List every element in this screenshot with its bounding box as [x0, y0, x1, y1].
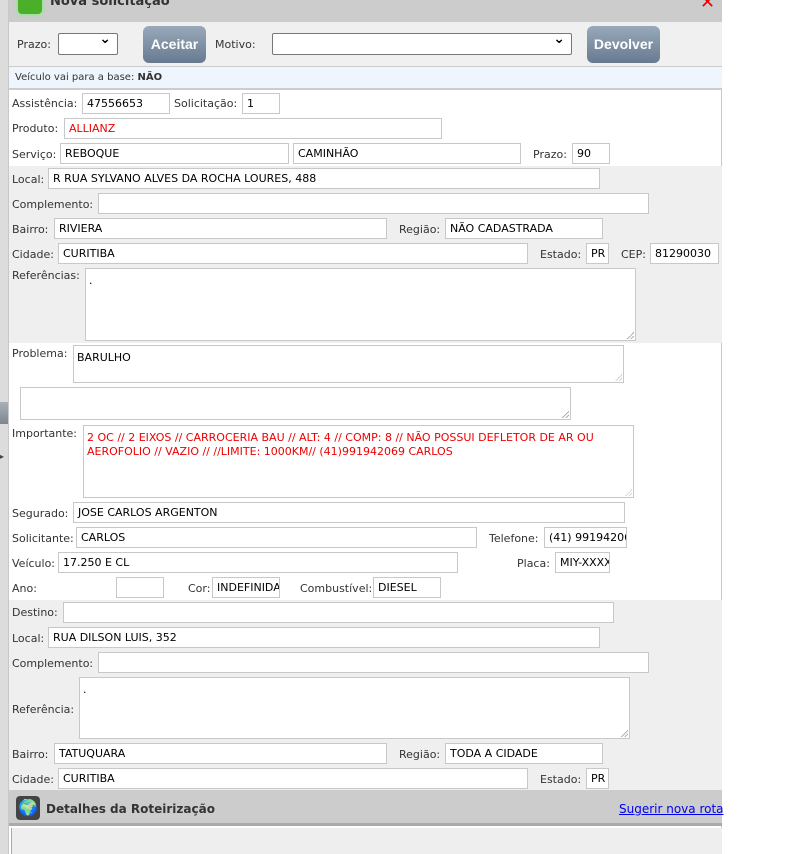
veiculo-field[interactable]: 17.250 E CL — [58, 552, 458, 573]
base-info-label: Veículo vai para a base: — [15, 72, 135, 83]
servico-label: Serviço: — [12, 148, 57, 161]
left-scroll-strip — [0, 0, 9, 854]
aceitar-button[interactable]: Aceitar — [143, 26, 206, 63]
cidade-label: Cidade: — [12, 248, 54, 261]
app-icon — [18, 0, 42, 14]
bairro-label: Bairro: — [12, 223, 49, 236]
motivo-label: Motivo: — [215, 38, 256, 51]
splitter-handle[interactable] — [0, 402, 8, 424]
solicitante-label: Solicitante: — [12, 532, 74, 545]
produto-label: Produto: — [12, 122, 59, 135]
ano-field[interactable] — [116, 577, 164, 598]
roteirizacao-content — [11, 828, 722, 854]
prazo-label: Prazo: — [17, 38, 51, 51]
regiao-field[interactable]: NÃO CADASTRADA — [445, 218, 603, 239]
cep-field[interactable]: 81290030 — [650, 243, 719, 264]
bairro-field[interactable]: RIVIERA — [54, 218, 387, 239]
devolver-button[interactable]: Devolver — [587, 26, 660, 63]
segurado-field[interactable]: JOSE CARLOS ARGENTON — [73, 502, 625, 523]
cor-label: Cor: — [188, 582, 211, 595]
close-icon[interactable]: ✕ — [700, 0, 715, 13]
motivo-select[interactable] — [272, 31, 572, 55]
local-field[interactable]: R RUA SYLVANO ALVES DA ROCHA LOURES, 488 — [48, 168, 600, 189]
destino-cidade-field[interactable]: CURITIBA — [58, 768, 528, 789]
destino-bairro-field[interactable]: TATUQUARA — [54, 743, 387, 764]
regiao-label: Região: — [399, 223, 441, 236]
prazo-field[interactable]: 90 — [572, 143, 610, 164]
window-title: Nova solicitação — [50, 0, 170, 9]
destino-regiao-field[interactable]: TODA A CIDADE — [445, 743, 603, 764]
expand-arrow-icon[interactable]: ▸ — [0, 452, 4, 461]
combustivel-label: Combustível: — [300, 582, 373, 595]
destino-complemento-field[interactable] — [98, 652, 649, 673]
telefone-field[interactable]: (41) 991942069 — [544, 527, 627, 548]
referencias-label: Referências: — [12, 269, 80, 282]
assistencia-field[interactable]: 47556653 — [82, 93, 170, 114]
destino-referencia-field[interactable]: . — [79, 677, 630, 739]
globe-icon: 🌍 — [16, 796, 40, 820]
prazo-form-label: Prazo: — [533, 148, 567, 161]
problema-field[interactable]: BARULHO — [73, 345, 624, 383]
placa-field[interactable]: MIY-XXXX — [555, 552, 610, 573]
destino-estado-field[interactable]: PR — [586, 768, 609, 789]
base-info-value: NÃO — [137, 72, 163, 83]
produto-field[interactable]: ALLIANZ — [64, 118, 442, 139]
servico-tipo-field[interactable]: CAMINHÃO — [293, 143, 521, 164]
destino-field[interactable] — [63, 602, 614, 623]
complemento-label: Complemento: — [12, 198, 94, 211]
destino-cidade-label: Cidade: — [12, 773, 54, 786]
cidade-field[interactable]: CURITIBA — [58, 243, 528, 264]
combustivel-field[interactable]: DIESEL — [373, 577, 441, 598]
roteirizacao-title: Detalhes da Roteirização — [46, 802, 215, 816]
estado-field[interactable]: PR — [586, 243, 609, 264]
importante-label: Importante: — [12, 427, 78, 440]
veiculo-label: Veículo: — [12, 557, 56, 570]
local-label: Local: — [12, 173, 45, 186]
base-info: Veículo vai para a base: NÃO — [9, 67, 722, 90]
destino-local-field[interactable]: RUA DILSON LUIS, 352 — [48, 627, 600, 648]
segurado-label: Segurado: — [12, 507, 69, 520]
placa-label: Placa: — [517, 557, 550, 570]
cor-field[interactable]: INDEFINIDA — [212, 577, 280, 598]
ano-label: Ano: — [12, 582, 37, 595]
cep-label: CEP: — [621, 248, 646, 261]
destino-referencia-label: Referência: — [12, 703, 75, 716]
destino-regiao-label: Região: — [399, 748, 441, 761]
solicitante-field[interactable]: CARLOS — [76, 527, 477, 548]
solicitacao-field[interactable]: 1 — [242, 93, 280, 114]
problema-label: Problema: — [12, 347, 68, 360]
servico-field[interactable]: REBOQUE — [60, 143, 289, 164]
destino-label: Destino: — [12, 606, 58, 619]
destino-local-label: Local: — [12, 632, 45, 645]
destino-complemento-label: Complemento: — [12, 657, 94, 670]
telefone-label: Telefone: — [489, 532, 539, 545]
complemento-field[interactable] — [98, 193, 649, 214]
assistencia-label: Assistência: — [12, 97, 78, 110]
estado-label: Estado: — [540, 248, 582, 261]
solicitacao-label: Solicitação: — [174, 97, 238, 110]
importante-field[interactable]: 2 OC // 2 EIXOS // CARROCERIA BAU // ALT… — [83, 425, 634, 498]
prazo-select[interactable] — [58, 31, 118, 55]
destino-bairro-label: Bairro: — [12, 748, 49, 761]
destino-estado-label: Estado: — [540, 773, 582, 786]
sugerir-nova-rota-link[interactable]: Sugerir nova rota — [619, 802, 724, 816]
problema-extra-field[interactable] — [20, 387, 571, 420]
referencias-field[interactable]: . — [85, 268, 636, 341]
